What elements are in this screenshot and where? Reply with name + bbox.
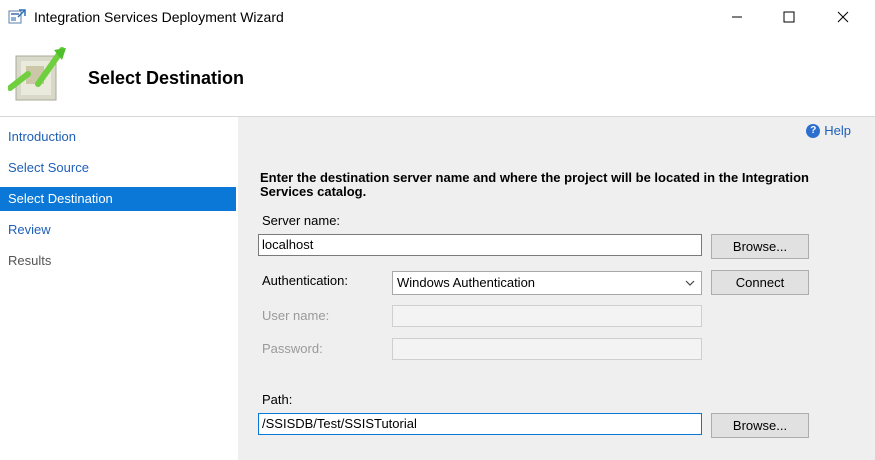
nav-item-select-source[interactable]: Select Source [0, 156, 236, 180]
password-input [392, 338, 702, 360]
nav-item-review[interactable]: Review [0, 218, 236, 242]
server-name-label: Server name: [262, 213, 341, 228]
nav-item-introduction[interactable]: Introduction [0, 125, 236, 149]
page-title: Select Destination [88, 68, 245, 88]
authentication-select[interactable]: Windows Authentication [392, 271, 702, 295]
app-icon [8, 9, 26, 24]
server-name-input[interactable]: localhost [258, 234, 702, 256]
password-label: Password: [262, 341, 323, 356]
deployment-wizard-icon [8, 47, 66, 101]
window-title: Integration Services Deployment Wizard [34, 9, 284, 25]
user-name-label: User name: [262, 308, 330, 323]
path-label: Path: [262, 392, 293, 407]
help-link[interactable]: ? Help [806, 123, 851, 138]
close-button[interactable] [820, 0, 866, 34]
authentication-value: Windows Authentication [397, 275, 536, 290]
path-input[interactable]: /SSISDB/Test/SSISTutorial [258, 413, 702, 435]
user-name-input [392, 305, 702, 327]
maximize-icon [783, 11, 795, 23]
close-icon [837, 11, 849, 23]
nav-item-results: Results [8, 253, 52, 268]
wizard-header: Select Destination [0, 34, 875, 116]
authentication-label: Authentication: [262, 273, 349, 288]
maximize-button[interactable] [766, 0, 812, 34]
instruction-text: Enter the destination server name and wh… [260, 170, 810, 199]
wizard-steps-nav: Introduction Select Source Select Destin… [0, 117, 236, 460]
path-browse-button[interactable]: Browse... [711, 413, 809, 438]
server-browse-button[interactable]: Browse... [711, 234, 809, 259]
connect-button[interactable]: Connect [711, 270, 809, 295]
help-label: Help [824, 123, 851, 138]
content-panel: ? Help Enter the destination server name… [238, 117, 875, 460]
minimize-button[interactable] [714, 0, 760, 34]
help-icon: ? [806, 123, 821, 138]
title-bar: Integration Services Deployment Wizard [0, 0, 875, 34]
nav-item-select-destination[interactable]: Select Destination [0, 187, 236, 211]
chevron-down-icon [685, 280, 695, 286]
minimize-icon [732, 16, 742, 18]
